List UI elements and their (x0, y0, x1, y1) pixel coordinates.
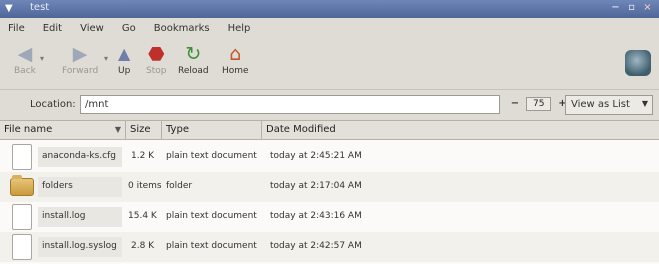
view-as-select[interactable]: View as List ▼ (565, 95, 653, 115)
file-type: plain text document (166, 151, 257, 161)
maximize-button[interactable]: ▫ (626, 2, 637, 13)
minimize-button[interactable]: − (610, 2, 621, 13)
chevron-down-icon: ▼ (641, 99, 648, 108)
location-input[interactable]: /mnt (80, 95, 500, 114)
file-row[interactable]: install.log 15.4 K plain text document t… (0, 202, 659, 232)
reload-button[interactable]: ↻ Reload (178, 42, 209, 76)
back-label: Back (14, 66, 36, 76)
column-header-type[interactable]: Type (162, 121, 262, 140)
file-list: File name ▼ Size Type Date Modified anac… (0, 120, 659, 264)
home-icon: ⌂ (229, 43, 242, 65)
file-date: today at 2:42:57 AM (270, 241, 362, 251)
window-controls: − ▫ × (610, 2, 653, 13)
menu-edit[interactable]: Edit (43, 23, 62, 34)
file-date: today at 2:17:04 AM (270, 181, 362, 191)
sort-descending-icon: ▼ (114, 125, 121, 134)
file-name: anaconda-ks.cfg (42, 151, 116, 161)
close-button[interactable]: × (642, 2, 653, 13)
file-name: install.log (42, 211, 86, 221)
file-date: today at 2:45:21 AM (270, 151, 362, 161)
menubar: File Edit View Go Bookmarks Help (0, 18, 659, 38)
file-row[interactable]: anaconda-ks.cfg 1.2 K plain text documen… (0, 142, 659, 172)
column-header-name-label: File name (4, 124, 53, 135)
back-arrow-icon: ◀ (17, 43, 33, 65)
folder-icon (10, 175, 34, 196)
menu-bookmarks[interactable]: Bookmarks (154, 23, 210, 34)
menu-file[interactable]: File (8, 23, 25, 34)
back-history-dropdown-icon[interactable]: ▾ (40, 54, 44, 63)
list-header: File name ▼ Size Type Date Modified (0, 120, 659, 140)
column-header-name[interactable]: File name ▼ (0, 121, 126, 140)
file-row[interactable]: folders 0 items folder today at 2:17:04 … (0, 172, 659, 202)
stop-icon: ⬣ (147, 43, 165, 65)
zoom-control: − 75 + (508, 96, 569, 112)
throbber-icon (625, 50, 651, 76)
up-arrow-icon: ▲ (118, 44, 131, 63)
menu-help[interactable]: Help (228, 23, 251, 34)
file-name: install.log.syslog (42, 241, 117, 251)
menu-go[interactable]: Go (122, 23, 136, 34)
toolbar: ◀ Back ▾ ▶ Forward ▾ ▲ Up ⬣ Stop ↻ Reloa… (0, 38, 659, 90)
window-title: test (30, 2, 50, 13)
view-as-value: View as List (571, 99, 630, 110)
column-header-date[interactable]: Date Modified (262, 121, 659, 140)
forward-label: Forward (62, 66, 99, 76)
up-button[interactable]: ▲ Up (118, 42, 130, 76)
file-row[interactable]: install.log.syslog 2.8 K plain text docu… (0, 232, 659, 262)
location-bar: Location: /mnt − 75 + View as List ▼ (0, 90, 659, 120)
column-header-size[interactable]: Size (126, 121, 162, 140)
file-size: 15.4 K (128, 211, 157, 221)
location-label: Location: (30, 99, 76, 110)
text-document-icon (12, 204, 32, 230)
text-document-icon (12, 144, 32, 170)
file-type: plain text document (166, 241, 257, 251)
back-button[interactable]: ◀ Back (14, 42, 36, 76)
text-document-icon (12, 234, 32, 260)
file-type: plain text document (166, 211, 257, 221)
file-size: 0 items (128, 181, 162, 191)
reload-label: Reload (178, 66, 209, 76)
forward-button[interactable]: ▶ Forward (62, 42, 98, 76)
file-date: today at 2:43:16 AM (270, 211, 362, 221)
zoom-out-button[interactable]: − (508, 96, 522, 112)
menu-view[interactable]: View (80, 23, 104, 34)
zoom-level[interactable]: 75 (526, 97, 552, 111)
file-size: 2.8 K (131, 241, 155, 251)
file-size: 1.2 K (131, 151, 155, 161)
window-titlebar[interactable]: ▼ test − ▫ × (0, 0, 659, 18)
file-type: folder (166, 181, 193, 191)
forward-history-dropdown-icon[interactable]: ▾ (104, 54, 108, 63)
home-button[interactable]: ⌂ Home (222, 42, 249, 76)
up-label: Up (118, 66, 131, 76)
window-menu-icon[interactable]: ▼ (5, 3, 13, 14)
home-label: Home (222, 66, 249, 76)
file-name: folders (42, 181, 73, 191)
stop-button[interactable]: ⬣ Stop (146, 42, 166, 76)
stop-label: Stop (146, 66, 167, 76)
reload-icon: ↻ (185, 43, 202, 65)
forward-arrow-icon: ▶ (72, 43, 88, 65)
